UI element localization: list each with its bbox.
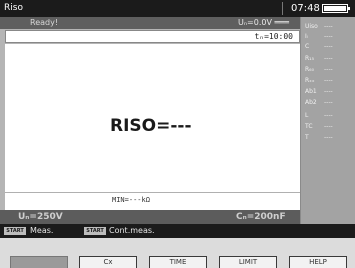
time-button[interactable]: TIME: [149, 256, 207, 268]
function-title: Riso: [4, 3, 23, 13]
side-row: L ----: [305, 112, 355, 122]
nominal-capacitance: Cₙ=200nF: [236, 212, 286, 222]
limit-row: MIN=---kΩ: [5, 192, 300, 210]
side-label: R₆₀: [305, 66, 314, 73]
side-value: ----: [324, 123, 333, 130]
battery-tip: [348, 7, 350, 10]
side-label: Ab1: [305, 88, 317, 95]
f1-button[interactable]: [10, 256, 68, 268]
test-voltage-reading: Uₙ=0.0V ═══: [238, 18, 289, 27]
meter-screen: Riso 07:48 Ready! Uₙ=0.0V ═══ tₙ=10:00 R…: [0, 0, 355, 268]
side-value: ----: [324, 55, 333, 62]
side-value: ----: [324, 33, 333, 40]
status-row: Ready! Uₙ=0.0V ═══: [0, 17, 300, 29]
help-button[interactable]: HELP: [289, 256, 347, 268]
side-value: ----: [324, 112, 333, 119]
title-separator: [282, 2, 283, 15]
start-key-icon: START: [4, 227, 26, 235]
side-label: T: [305, 134, 309, 141]
parameter-bar: Uₙ=250V Cₙ=200nF: [0, 210, 300, 224]
side-label: Uiso: [305, 23, 318, 30]
side-value: ----: [324, 43, 333, 50]
side-row: Rₓₓ ----: [305, 77, 355, 87]
measurement-time-row: tₙ=10:00: [5, 30, 300, 43]
key-hint-bar: START Meas. START Cont.meas.: [0, 224, 355, 238]
main-reading: RISO=---: [110, 116, 192, 136]
side-row: R₁₅ ----: [305, 55, 355, 65]
hint-cont-meas: Cont.meas.: [109, 226, 155, 235]
title-bar: Riso 07:48: [0, 0, 355, 17]
side-row: Iₗ ----: [305, 33, 355, 43]
side-row: R₆₀ ----: [305, 66, 355, 76]
side-row: C ----: [305, 43, 355, 53]
measurement-time: tₙ=10:00: [254, 32, 293, 41]
side-row: TC ----: [305, 123, 355, 133]
side-value: ----: [324, 88, 333, 95]
cx-button[interactable]: Cx: [79, 256, 137, 268]
hint-meas: Meas.: [30, 226, 54, 235]
min-limit: MIN=---kΩ: [112, 196, 150, 204]
nominal-voltage: Uₙ=250V: [18, 212, 63, 222]
limit-button[interactable]: LIMIT: [219, 256, 277, 268]
battery-level-fill: [324, 6, 346, 11]
side-label: Rₓₓ: [305, 77, 315, 84]
side-row: Uiso ----: [305, 23, 355, 33]
side-label: Iₗ: [305, 33, 308, 40]
results-side-panel: Uiso ---- Iₗ ---- C ---- R₁₅ ---- R₆₀ ---- Rₓ…: [300, 17, 355, 224]
side-value: ----: [324, 134, 333, 141]
side-value: ----: [324, 77, 333, 84]
side-value: ----: [324, 66, 333, 73]
battery-icon: [322, 4, 350, 13]
side-row: T ----: [305, 134, 355, 144]
clock: 07:48: [291, 3, 320, 14]
side-value: ----: [324, 99, 333, 106]
side-label: TC: [305, 123, 313, 130]
side-value: ----: [324, 23, 333, 30]
side-label: R₁₅: [305, 55, 314, 62]
side-row: Ab1 ----: [305, 88, 355, 98]
side-label: Ab2: [305, 99, 317, 106]
start-hold-key-icon: START: [84, 227, 106, 235]
main-reading-area: RISO=---: [5, 44, 300, 192]
side-label: L: [305, 112, 309, 119]
function-key-bar: Cx TIME LIMIT HELP: [0, 238, 355, 268]
side-row: Ab2 ----: [305, 99, 355, 109]
status-text: Ready!: [30, 18, 59, 27]
side-label: C: [305, 43, 310, 50]
